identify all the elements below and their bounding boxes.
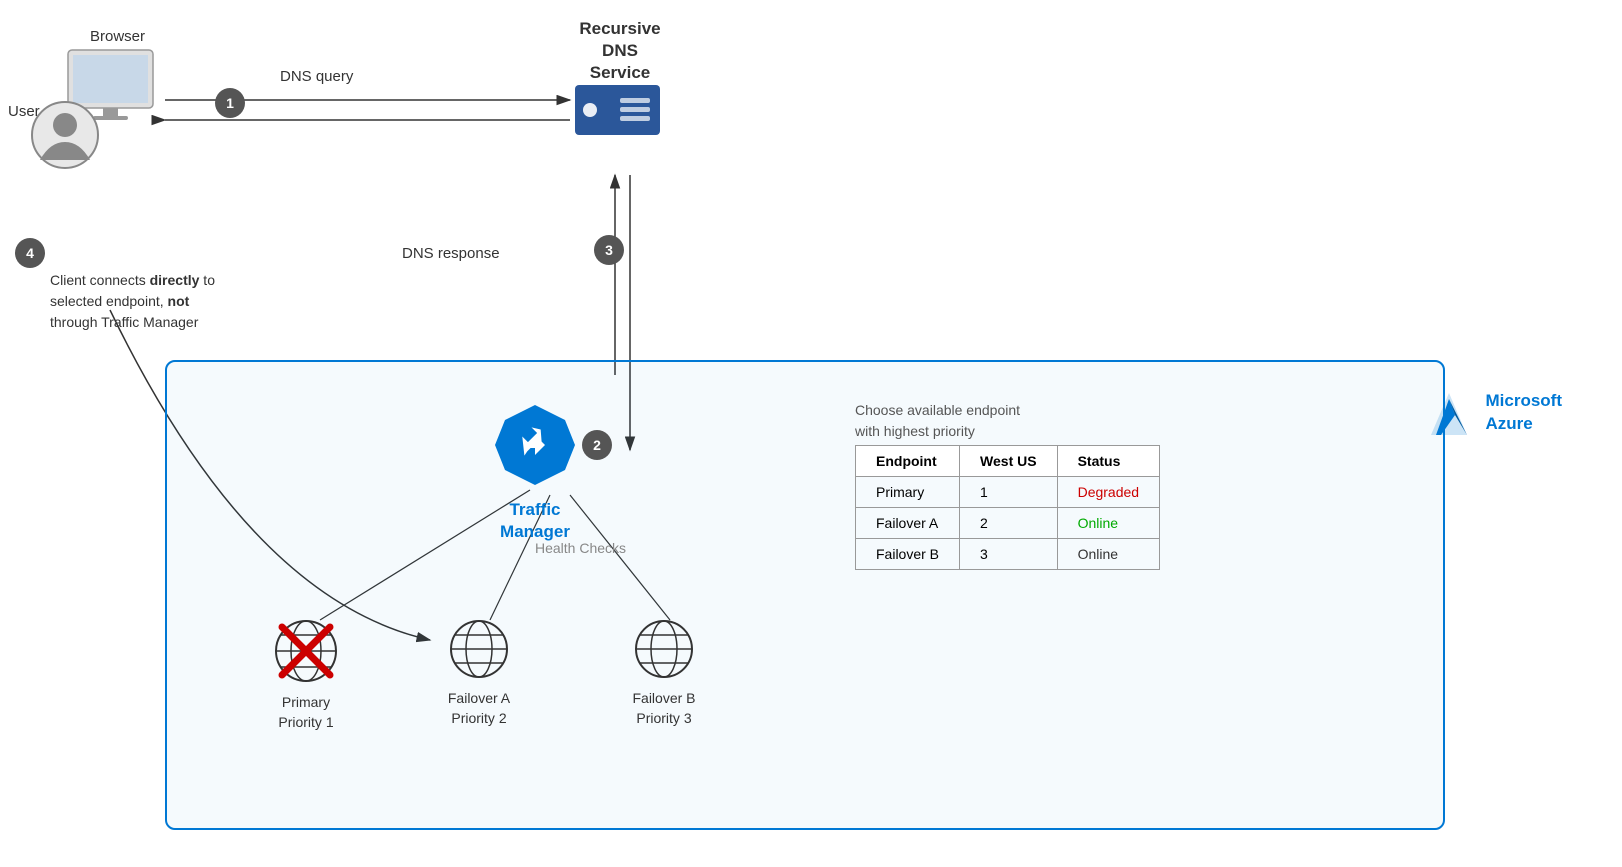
primary-endpoint: PrimaryPriority 1	[270, 615, 342, 732]
step-3-circle: 3	[594, 235, 624, 265]
client-connects-text: Client connects directly to selected end…	[50, 270, 240, 333]
table-header-endpoint: Endpoint	[856, 446, 960, 477]
endpoint-table: Endpoint West US Status Primary 1 Degrad…	[855, 445, 1160, 570]
table-cell-status-online-green: Online	[1057, 508, 1160, 539]
health-checks-label: Health Checks	[535, 540, 626, 556]
step-2-circle: 2	[582, 430, 612, 460]
table-cell-endpoint: Failover B	[856, 539, 960, 570]
table-row: Failover A 2 Online	[856, 508, 1160, 539]
browser-label: Browser	[90, 28, 145, 45]
table-row: Primary 1 Degraded	[856, 477, 1160, 508]
user-label: User	[8, 103, 40, 120]
dns-server-icon	[570, 80, 665, 145]
azure-box	[165, 360, 1445, 830]
azure-label-text: Microsoft Azure	[1486, 390, 1563, 434]
failover-a-icon	[445, 615, 513, 683]
traffic-manager-section: TrafficManager	[490, 400, 580, 543]
step-1-circle: 1	[215, 88, 245, 118]
table-header-westus: West US	[960, 446, 1058, 477]
table-cell-endpoint: Failover A	[856, 508, 960, 539]
step-4-circle: 4	[15, 238, 45, 268]
dns-query-label: DNS query	[280, 68, 353, 85]
traffic-manager-icon	[490, 400, 580, 490]
dns-service-label: Recursive DNS Service	[560, 18, 680, 84]
failover-a-label: Failover APriority 2	[448, 689, 510, 728]
table-row: Failover B 3 Online	[856, 539, 1160, 570]
table-cell-priority: 2	[960, 508, 1058, 539]
user-icon	[30, 100, 100, 175]
table-cell-priority: 3	[960, 539, 1058, 570]
failover-b-icon	[630, 615, 698, 683]
traffic-manager-label: TrafficManager	[490, 499, 580, 543]
table-header-status: Status	[1057, 446, 1160, 477]
failover-a-endpoint: Failover APriority 2	[445, 615, 513, 728]
primary-endpoint-icon	[270, 615, 342, 687]
azure-triangle-icon	[1421, 385, 1476, 440]
failover-b-endpoint: Failover BPriority 3	[630, 615, 698, 728]
primary-endpoint-label: PrimaryPriority 1	[278, 693, 333, 732]
choose-endpoint-text: Choose available endpointwith highest pr…	[855, 400, 1020, 442]
table-cell-status-degraded: Degraded	[1057, 477, 1160, 508]
azure-brand: Microsoft Azure	[1421, 385, 1563, 440]
table-cell-status-online: Online	[1057, 539, 1160, 570]
failover-b-label: Failover BPriority 3	[632, 689, 695, 728]
dns-response-label: DNS response	[402, 245, 500, 262]
table-cell-endpoint: Primary	[856, 477, 960, 508]
diagram-container: Browser User DNS query 1 Recursive DNS S…	[0, 0, 1622, 867]
table-cell-priority: 1	[960, 477, 1058, 508]
